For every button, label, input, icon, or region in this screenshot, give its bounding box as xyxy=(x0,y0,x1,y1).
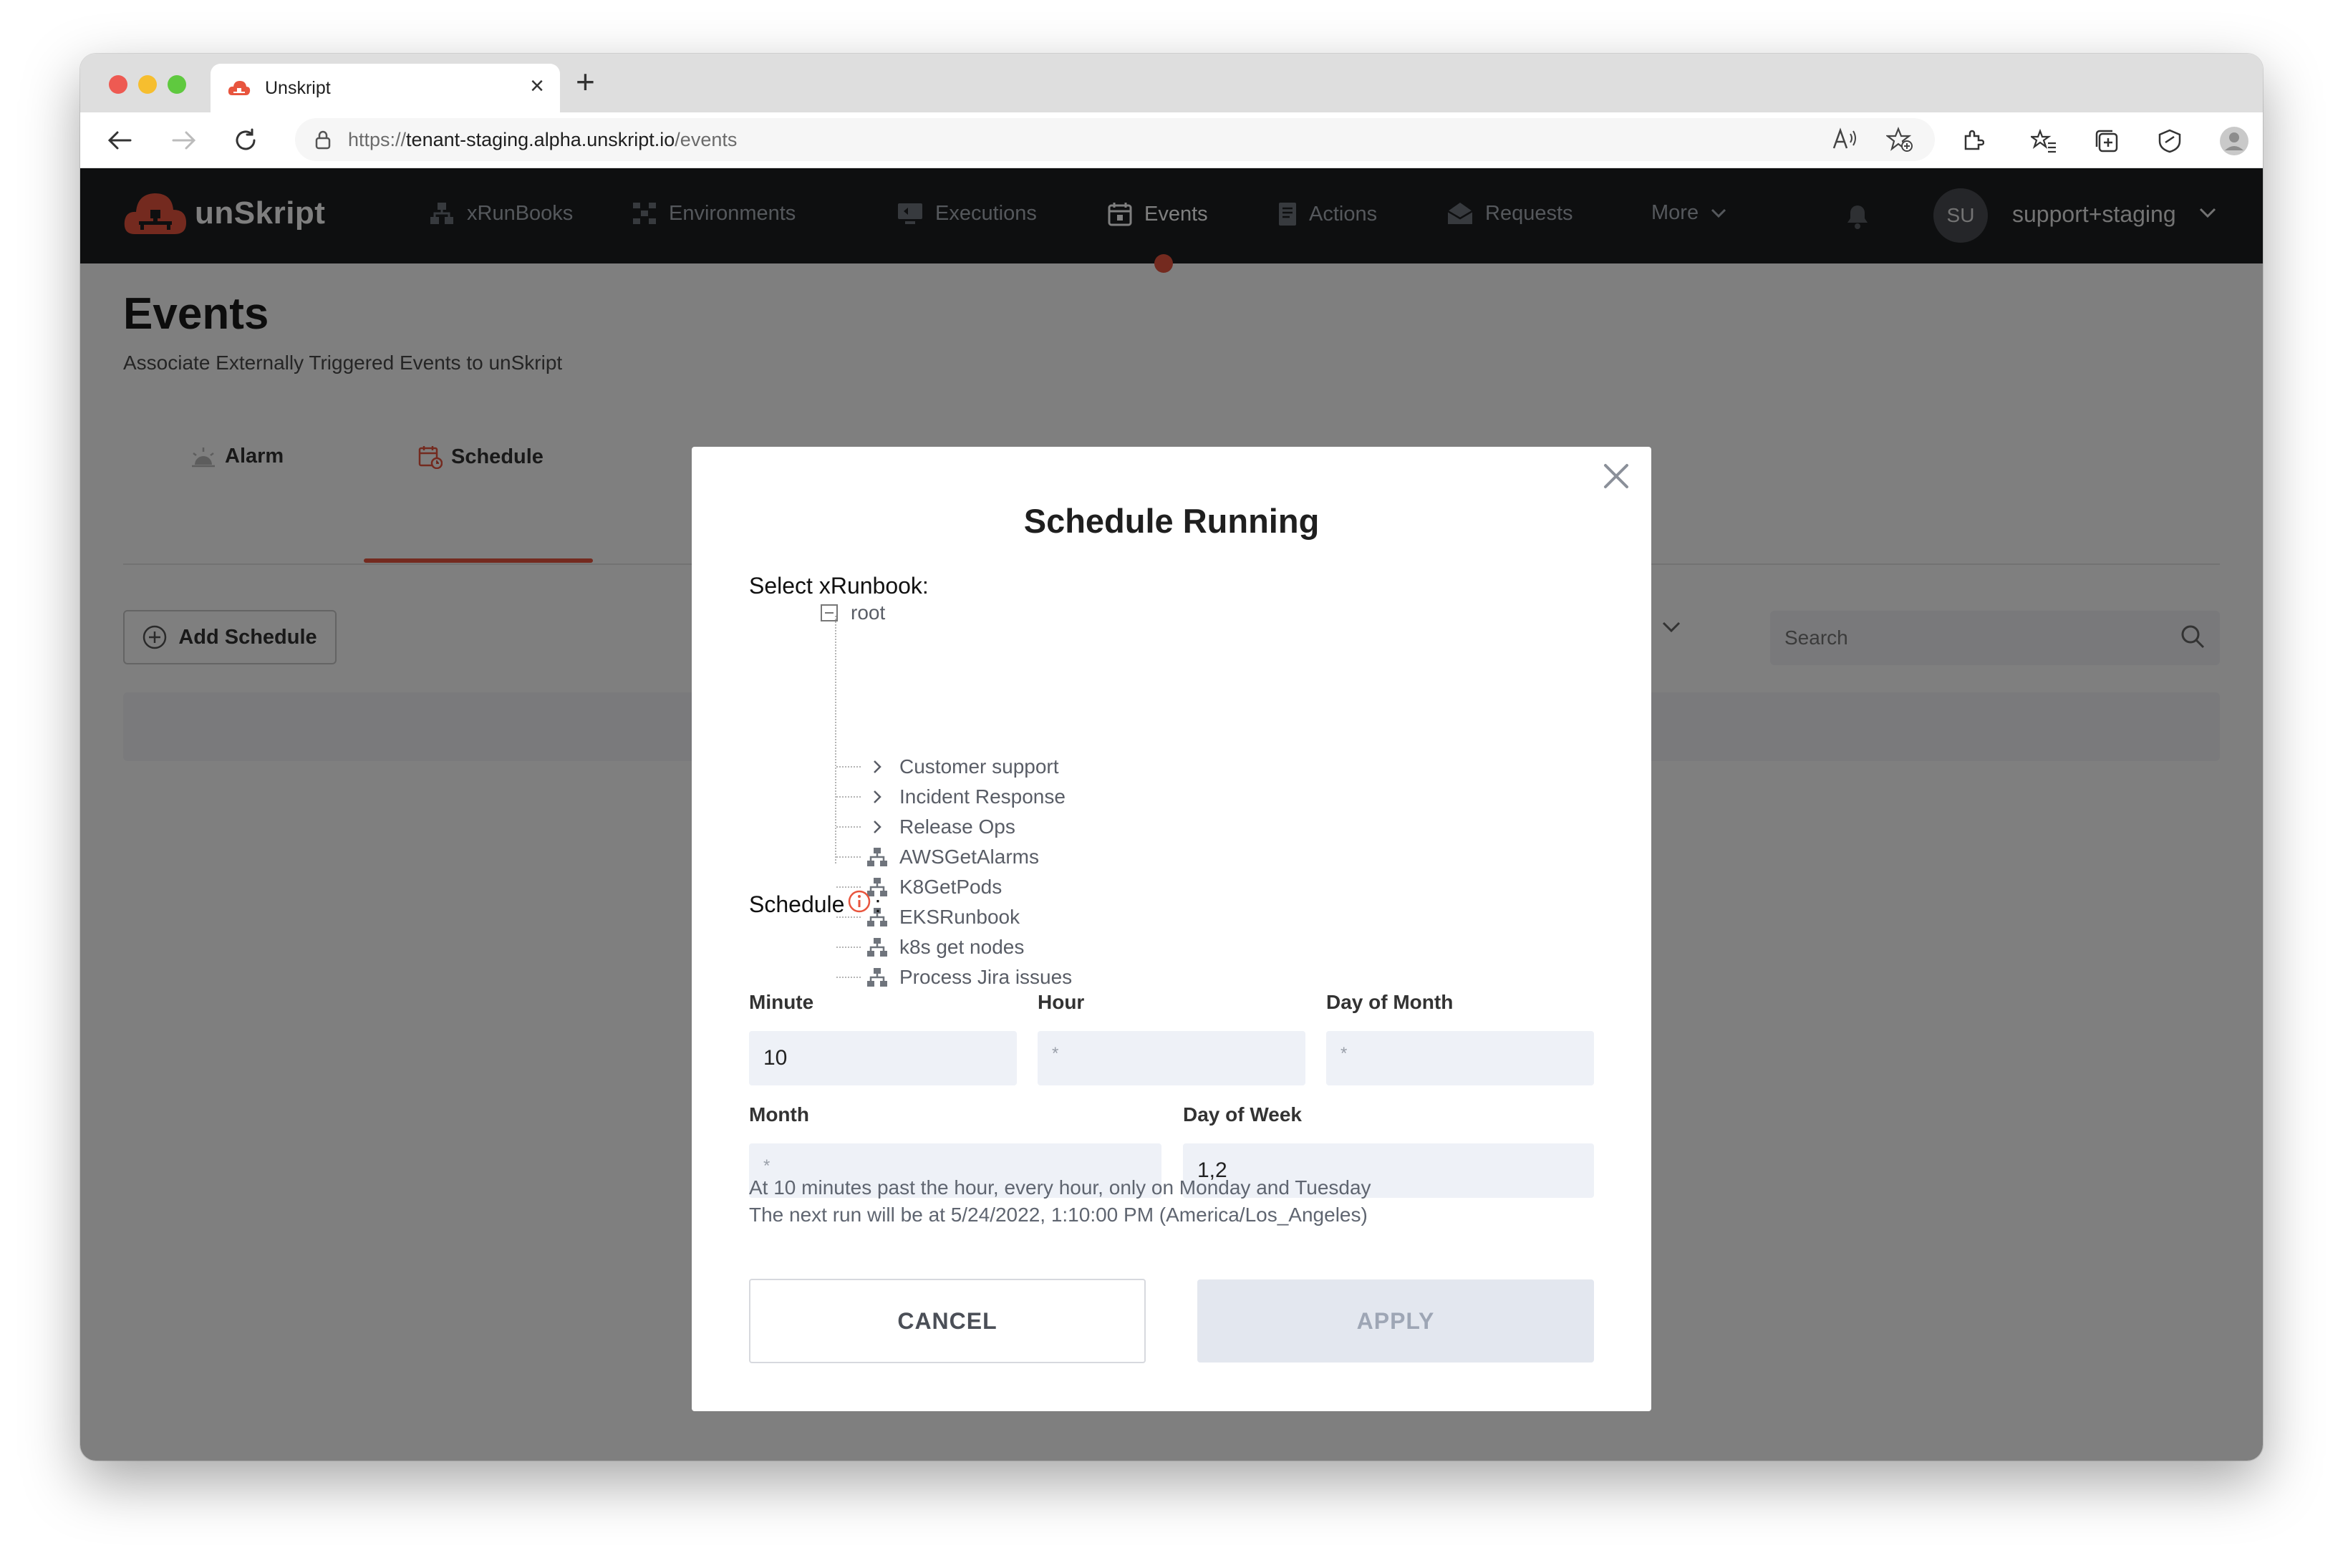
minimize-window-button[interactable] xyxy=(138,75,157,94)
close-tab-icon[interactable]: × xyxy=(530,74,544,98)
profile-icon[interactable] xyxy=(2218,125,2250,157)
tree-node-label: Customer support xyxy=(899,755,1059,778)
hour-input[interactable]: * xyxy=(1038,1031,1305,1085)
day-of-week-label: Day of Week xyxy=(1183,1103,1302,1126)
tree-node-label: Process Jira issues xyxy=(899,966,1073,988)
collections-icon[interactable] xyxy=(2091,125,2122,157)
url-text[interactable]: https://tenant-staging.alpha.unskript.io… xyxy=(348,129,737,151)
address-bar[interactable]: https://tenant-staging.alpha.unskript.io… xyxy=(295,118,1935,161)
tree-root-node[interactable]: root xyxy=(821,601,885,624)
schedule-label-colon: : xyxy=(874,891,881,917)
unskript-favicon-icon xyxy=(228,79,251,97)
runbook-icon xyxy=(866,846,888,868)
tree-folder[interactable]: Incident Response xyxy=(836,783,1066,811)
tree-runbook[interactable]: k8s get nodes xyxy=(836,933,1024,962)
close-window-button[interactable] xyxy=(109,75,127,94)
reload-icon[interactable] xyxy=(231,125,261,155)
tree-root-label: root xyxy=(851,601,886,624)
apply-button[interactable]: APPLY xyxy=(1197,1279,1594,1363)
hour-label: Hour xyxy=(1038,991,1085,1013)
cancel-button[interactable]: CANCEL xyxy=(749,1279,1146,1363)
url-scheme: https:// xyxy=(348,129,407,150)
application-area: unSkript xRunBooks Environments Executio… xyxy=(80,168,2263,1461)
minute-input[interactable]: 10 xyxy=(749,1031,1017,1085)
month-label: Month xyxy=(749,1103,809,1126)
tree-node-label: k8s get nodes xyxy=(899,936,1025,958)
tree-folder[interactable]: Release Ops xyxy=(836,813,1015,841)
read-aloud-icon[interactable] xyxy=(1832,127,1858,156)
browser-essentials-icon[interactable] xyxy=(2154,125,2185,157)
schedule-summary: At 10 minutes past the hour, every hour,… xyxy=(749,1174,1371,1229)
tab-title: Unskript xyxy=(265,78,331,98)
collapse-icon[interactable] xyxy=(821,604,838,621)
tree-runbook[interactable]: Process Jira issues xyxy=(836,963,1072,992)
new-tab-icon[interactable]: + xyxy=(576,65,595,98)
tree-runbook[interactable]: AWSGetAlarms xyxy=(836,843,1039,871)
next-run-text: The next run will be at 5/24/2022, 1:10:… xyxy=(749,1204,1368,1226)
day-of-month-label: Day of Month xyxy=(1326,991,1454,1013)
minute-label: Minute xyxy=(749,991,814,1013)
schedule-label-text: Schedule xyxy=(749,891,845,917)
select-xrunbook-label: Select xRunbook: xyxy=(749,573,929,599)
chevron-right-icon[interactable] xyxy=(866,756,888,778)
tree-node-label: Release Ops xyxy=(899,816,1015,838)
runbook-icon xyxy=(866,937,888,958)
url-path: /events xyxy=(675,129,738,150)
tree-node-label: AWSGetAlarms xyxy=(899,846,1039,868)
browser-tab-bar: Unskript × + xyxy=(80,54,2263,112)
browser-toolbar: https://tenant-staging.alpha.unskript.io… xyxy=(80,112,2263,168)
tree-folder[interactable]: Customer support xyxy=(836,752,1059,781)
favorites-icon[interactable] xyxy=(2028,125,2059,157)
tree-node-label: K8GetPods xyxy=(899,876,1003,898)
close-icon[interactable] xyxy=(1601,461,1631,495)
chevron-right-icon[interactable] xyxy=(866,786,888,808)
schedule-label: Schedule : xyxy=(749,889,881,919)
maximize-window-button[interactable] xyxy=(168,75,186,94)
runbook-icon xyxy=(866,967,888,988)
chevron-right-icon[interactable] xyxy=(866,816,888,838)
info-icon[interactable] xyxy=(847,889,871,919)
tree-node-label: Incident Response xyxy=(899,785,1066,808)
add-favorite-icon[interactable] xyxy=(1885,127,1913,156)
day-of-month-input[interactable]: * xyxy=(1326,1031,1594,1085)
schedule-description: At 10 minutes past the hour, every hour,… xyxy=(749,1176,1371,1199)
lock-icon[interactable] xyxy=(315,130,331,153)
schedule-running-modal: Schedule Running Select xRunbook: root C… xyxy=(692,447,1651,1411)
browser-window: Unskript × + https://tenant-staging.alph… xyxy=(80,54,2263,1461)
tree-node-label: EKSRunbook xyxy=(899,906,1020,928)
extensions-icon[interactable] xyxy=(1956,125,1988,157)
url-host: tenant-staging.alpha.unskript.io xyxy=(406,129,675,150)
modal-title: Schedule Running xyxy=(1023,502,1320,540)
browser-tab[interactable]: Unskript × xyxy=(211,64,560,112)
forward-arrow-icon[interactable] xyxy=(169,125,199,155)
back-arrow-icon[interactable] xyxy=(105,125,135,155)
